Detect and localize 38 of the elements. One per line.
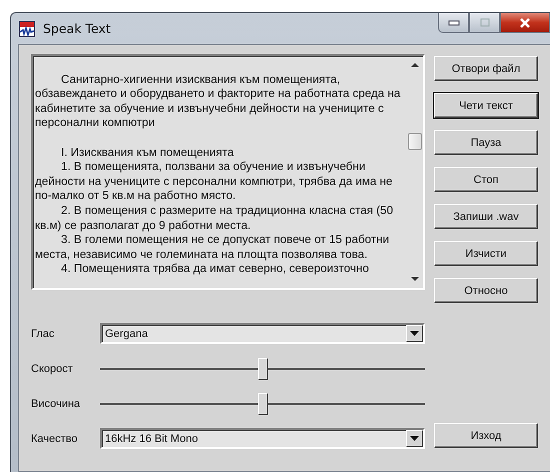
- action-button[interactable]: Стоп: [434, 167, 538, 192]
- app-icon: [19, 20, 35, 36]
- scroll-down-icon[interactable]: [411, 277, 419, 282]
- exit-button[interactable]: Изход: [434, 423, 538, 448]
- slider-track[interactable]: [100, 392, 425, 414]
- paragraph: 2. В помещения с размерите на традиционна класна стая (50 кв.м) се разполагат до 9 работни места.: [35, 204, 394, 234]
- paragraph: 4. Помещенията трябва да имат северно, североизточно: [60, 262, 370, 277]
- close-icon: [518, 16, 532, 28]
- action-button[interactable]: Пауза: [434, 130, 538, 155]
- dropdown-arrow-icon: [410, 331, 419, 336]
- paragraph: 3. В големи помещения не се допускат повече от 15 работни места, независимо че големината на площта позволява това.: [35, 233, 390, 262]
- slider-thumb[interactable]: [258, 358, 268, 380]
- scroll-up-icon[interactable]: [411, 62, 419, 67]
- maximize-icon: [480, 18, 490, 27]
- action-button[interactable]: Отвори файл: [434, 56, 538, 81]
- slider-thumb[interactable]: [258, 392, 268, 414]
- slider-track[interactable]: [100, 358, 425, 380]
- dropdown-arrow-icon: [410, 436, 419, 441]
- text-area[interactable]: [31, 54, 425, 290]
- minimize-icon: [448, 20, 460, 26]
- minimize-button[interactable]: [438, 13, 469, 33]
- field-label: Скорост: [31, 362, 74, 374]
- field-label: Височина: [31, 398, 82, 410]
- paragraph: Санитарно-хигиенни изисквания към помещенията, обзавеждането и оборудването и факторите на работната среда на кабинетите за обучение и извънучебни дейности на учениците с персонални компютри: [35, 72, 402, 131]
- maximize-button[interactable]: [469, 13, 500, 33]
- dropdown-field[interactable]: Gergana: [100, 323, 425, 344]
- action-button[interactable]: Изчисти: [434, 241, 538, 266]
- paragraph: 1. В помещенията, ползвани за обучение и извънучебни дейности на учениците с персонални компютри, трябва да има не по-малко от 5 кв.м на работно място.: [35, 160, 394, 204]
- action-button[interactable]: Относно: [434, 278, 538, 303]
- field-label: Глас: [31, 328, 56, 340]
- action-button[interactable]: Чети текст: [434, 93, 538, 118]
- window-title: Speak Text: [43, 21, 111, 36]
- scroll-thumb[interactable]: [408, 133, 422, 150]
- dropdown-field[interactable]: 16kHz 16 Bit Mono: [100, 428, 425, 449]
- paragraph: I. Изисквания към помещенията: [60, 146, 235, 160]
- action-button[interactable]: Запиши .wav: [434, 204, 538, 229]
- field-label: Качество: [31, 432, 79, 444]
- close-button[interactable]: [500, 13, 550, 33]
